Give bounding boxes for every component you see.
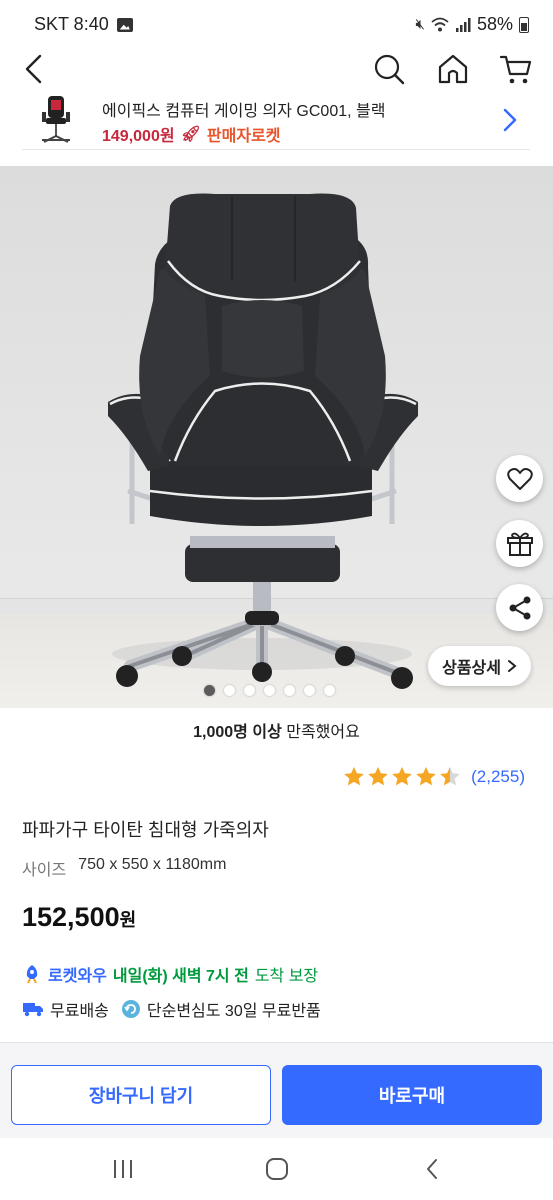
satisfaction-count: 1,000명 이상	[193, 724, 282, 741]
heart-icon	[506, 467, 533, 490]
product-price: 152,500원	[22, 902, 136, 933]
rocket-wow-icon	[26, 965, 38, 984]
battery-percent: 58%	[476, 14, 513, 34]
signal-icon	[455, 17, 471, 32]
delivery-info: 로켓와우 내일(화) 새벽 7시 전 도착 보장	[22, 962, 318, 986]
rocket-icon: 🚀︎	[180, 126, 201, 143]
wishlist-button[interactable]	[496, 455, 543, 502]
status-carrier-time: SKT 8:40	[34, 14, 109, 34]
product-image-chair	[108, 193, 418, 689]
carousel-dot[interactable]	[324, 685, 335, 696]
home-button-icon[interactable]	[264, 1156, 290, 1182]
delivery-arrival: 내일(화) 새벽 7시 전	[112, 968, 249, 985]
free-return: 단순변심도 30일 무료반품	[146, 1003, 321, 1020]
mute-icon: 🔇︎	[415, 16, 425, 33]
return-icon	[121, 1000, 140, 1018]
buy-now-button[interactable]: 바로구매	[282, 1065, 542, 1125]
carousel-dot[interactable]	[204, 685, 215, 696]
product-image-carousel[interactable]: 상품상세	[0, 166, 553, 708]
wifi-icon	[431, 17, 449, 31]
system-back-icon[interactable]	[420, 1156, 446, 1182]
size-value: 750 x 550 x 1180mm	[78, 856, 227, 873]
add-to-cart-button[interactable]: 장바구니 담기	[11, 1065, 271, 1125]
size-label: 사이즈	[22, 862, 67, 879]
battery-icon	[519, 16, 529, 33]
gift-button[interactable]	[496, 520, 543, 567]
product-size: 사이즈 750 x 550 x 1180mm	[22, 856, 226, 880]
chevron-right-icon	[508, 660, 517, 672]
product-detail-label: 상품상세	[442, 660, 501, 677]
seller-rocket-badge: 판매자로켓	[206, 128, 281, 145]
chevron-right-icon	[503, 108, 517, 132]
related-product-thumbnail	[42, 96, 70, 143]
home-icon[interactable]	[436, 52, 470, 86]
free-shipping: 무료배송	[50, 1003, 109, 1020]
rating[interactable]: (2,255)	[343, 766, 525, 788]
gift-icon	[506, 532, 533, 556]
related-product-banner[interactable]: 에이픽스 컴퓨터 게이밍 의자 GC001, 블랙 149,000원 🚀︎ 판매…	[22, 90, 530, 150]
top-navigation	[0, 48, 553, 90]
star-rating-icon	[344, 767, 460, 786]
share-icon	[509, 596, 530, 619]
back-icon[interactable]	[20, 52, 50, 86]
system-navigation-bar	[0, 1138, 553, 1200]
review-count[interactable]: (2,255)	[471, 767, 525, 787]
carousel-dot[interactable]	[244, 685, 255, 696]
cart-icon[interactable]	[499, 52, 533, 86]
share-button[interactable]	[496, 584, 543, 631]
related-product-price: 149,000원	[102, 128, 175, 145]
search-icon[interactable]	[372, 52, 406, 86]
delivery-guarantee: 도착 보장	[254, 968, 319, 985]
price-number: 152,500	[22, 902, 120, 932]
status-bar: SKT 8:40 🔇︎ 58%	[0, 0, 553, 48]
product-title: 파파가구 타이탄 침대형 가죽의자	[22, 820, 269, 840]
gallery-notification-icon	[116, 17, 133, 32]
carousel-dot[interactable]	[304, 685, 315, 696]
carousel-indicator	[0, 685, 546, 696]
satisfaction-suffix: 만족했어요	[281, 724, 360, 741]
price-unit: 원	[119, 910, 137, 930]
related-product-name: 에이픽스 컴퓨터 게이밍 의자 GC001, 블랙	[102, 103, 386, 120]
purchase-bar: 장바구니 담기 바로구매	[0, 1042, 553, 1138]
product-detail-button[interactable]: 상품상세	[428, 646, 531, 686]
rocket-wow-label: 로켓와우	[48, 968, 107, 985]
shipping-info: 무료배송 단순변심도 30일 무료반품	[22, 997, 321, 1021]
recent-apps-icon[interactable]	[110, 1156, 136, 1182]
carousel-dot[interactable]	[264, 685, 275, 696]
truck-icon	[23, 1003, 43, 1017]
satisfaction-text: 1,000명 이상 만족했어요	[0, 718, 553, 742]
carousel-dot[interactable]	[224, 685, 235, 696]
carousel-dot[interactable]	[284, 685, 295, 696]
